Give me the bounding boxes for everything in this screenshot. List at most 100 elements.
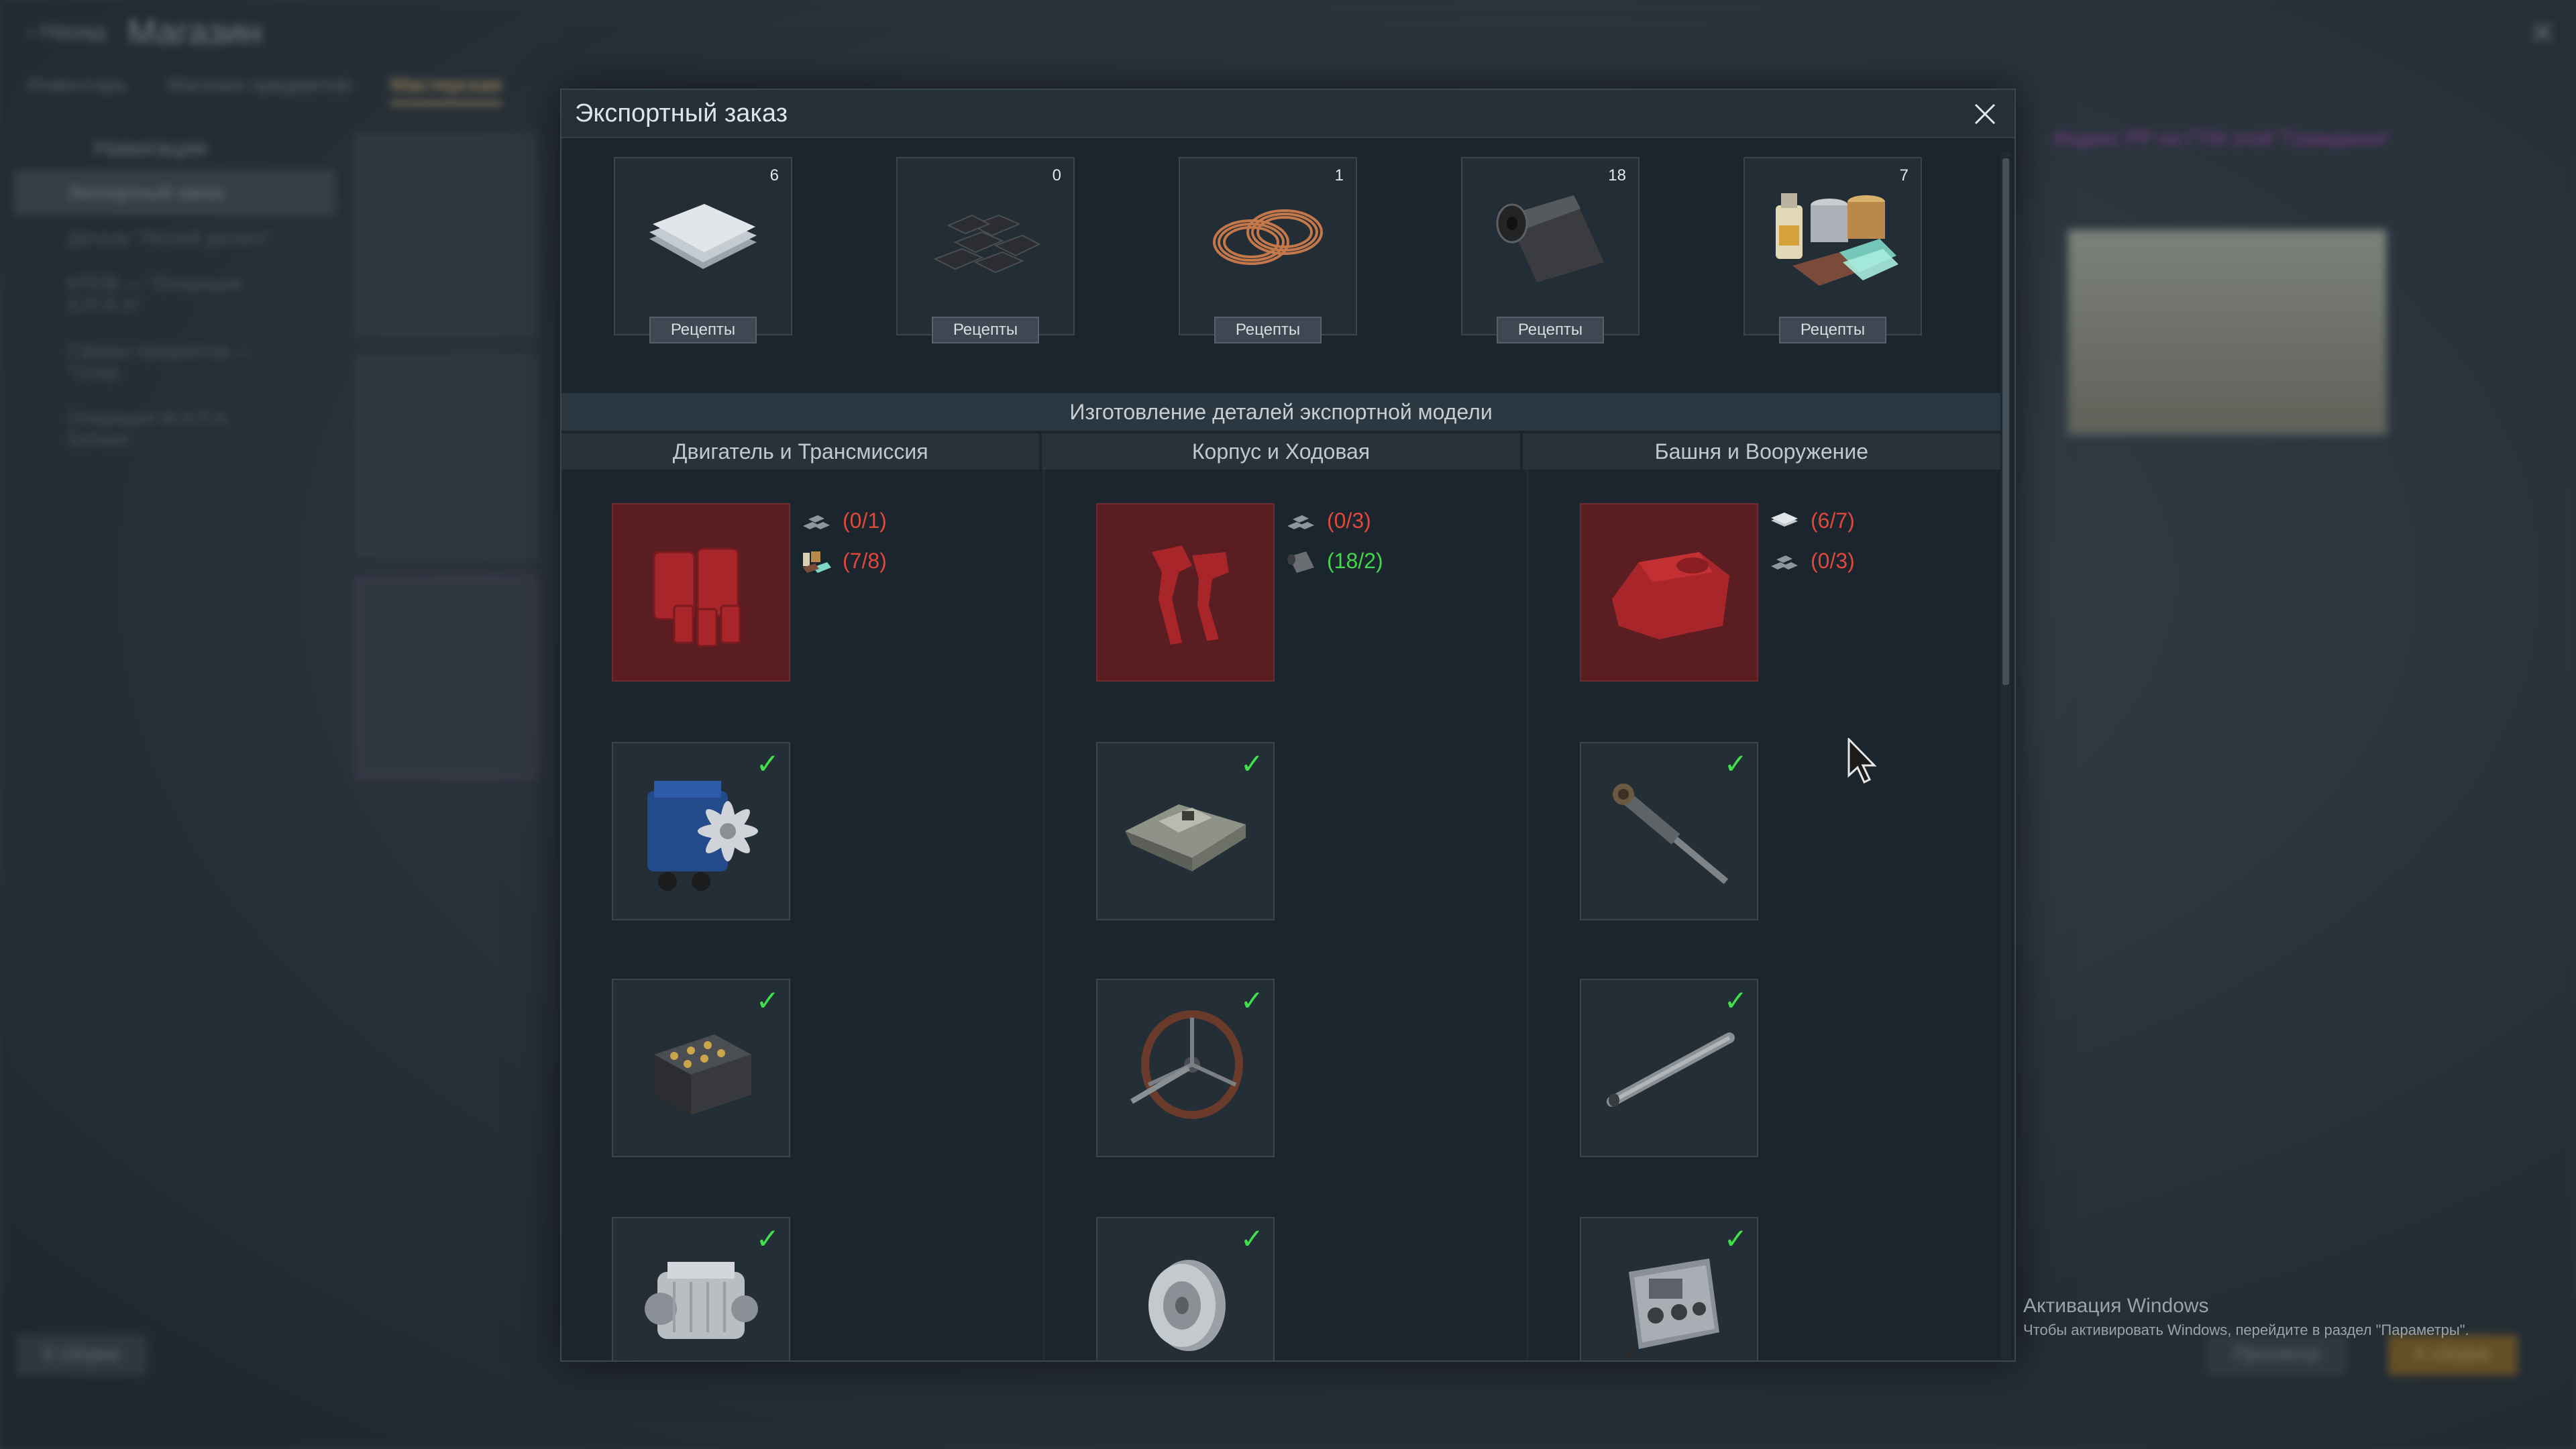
turret-icon [1612,552,1729,639]
column-header-turret: Башня и Вооружение [1522,433,2000,470]
part-steering-wheel[interactable]: ✓ [1096,979,1275,1157]
column-divider [1526,470,1529,1360]
resource-card-rubber-roll[interactable]: 18 Рецепты [1461,157,1640,343]
requirement-count: (0/3) [1327,508,1371,533]
checkmark-icon: ✓ [755,1223,780,1254]
rubber-roll-icon [1496,195,1604,283]
gun-breech-icon [1613,784,1729,884]
resource-count: 1 [1334,166,1344,184]
resource-card-copper-wire[interactable]: 1 Рецепты [1179,157,1357,343]
checkmark-icon: ✓ [1723,985,1748,1016]
checkmark-icon: ✓ [1723,1223,1748,1254]
bg-page-title: Магазин [127,13,262,52]
engine-icon [647,781,758,891]
part-road-wheel[interactable]: ✓ [1096,1217,1275,1360]
bg-right-info: Индекс PP на ГТМ этой "Гражданки" [2053,127,2393,150]
scrollbar-thumb[interactable] [2002,158,2009,685]
sheets-icon [1768,507,1801,534]
bg-tabs: Инвентарь Магазин предметов Мастерская [27,74,502,105]
part-gearbox[interactable]: ✓ [612,1217,790,1360]
checkmark-icon: ✓ [755,985,780,1016]
requirement-engine-2: (7/8) [800,547,887,574]
bg-nav-item[interactable]: Операция W.A.F.A. Schwer- [13,395,335,462]
recipes-button[interactable]: Рецепты [1779,317,1886,343]
checkmark-icon: ✓ [755,748,780,780]
bg-card[interactable] [356,134,537,335]
resource-count: 6 [769,166,779,184]
copper-wire-icon [1213,209,1323,266]
battery-icon [654,1034,751,1115]
recipes-button[interactable]: Рецепты [932,317,1039,343]
part-hull[interactable]: ✓ [1096,742,1275,920]
requirement-turret-2: (0/3) [1768,547,1855,574]
checkmark-icon: ✓ [1723,748,1748,780]
steel-sheets-icon [649,204,757,270]
requirement-count: (0/1) [843,508,887,533]
ingots-icon [800,507,833,534]
bg-card[interactable] [356,356,537,557]
part-battery[interactable]: ✓ [612,979,790,1157]
windows-activation-title: Активация Windows [2023,1295,2209,1317]
bg-tank-preview [2066,228,2388,436]
windows-activation-watermark: Активация Windows Чтобы активировать Win… [2023,1295,2469,1339]
close-button[interactable] [1968,97,2002,131]
part-gun-breech[interactable]: ✓ [1580,742,1758,920]
bg-preview-button[interactable]: Просмотр [2207,1335,2347,1375]
close-icon [1974,103,1996,125]
requirement-turret-1: (6/7) [1768,507,1855,534]
materials-icon [800,547,833,574]
checkmark-icon: ✓ [1240,985,1264,1016]
requirement-count: (18/2) [1327,548,1383,573]
bg-nav-item[interactable]: Детали "Легкий десант" [13,215,335,261]
gearbox-icon [645,1261,758,1339]
recipes-button[interactable]: Рецепты [649,317,757,343]
steering-wheel-icon [1130,1010,1243,1119]
bg-bottom-left-button[interactable]: К сборке [17,1335,147,1375]
bg-tab-inventory[interactable]: Инвентарь [27,74,127,105]
column-header-engine: Двигатель и Трансмиссия [561,433,1042,470]
bg-right-panel: Индекс PP на ГТМ этой "Гражданки" [2026,74,2563,1348]
export-order-dialog: Экспортный заказ 6 Рецепты 0 Рецепты 1 Р… [560,89,2016,1362]
checkmark-icon: ✓ [1240,748,1264,780]
part-gun-barrel[interactable]: ✓ [1580,979,1758,1157]
bg-assemble-button[interactable]: К сборке [2388,1335,2518,1375]
bg-topbar: ‹ Назад Магазин ✕ [0,0,2576,74]
part-radio[interactable]: ✓ [1580,1217,1758,1360]
bg-nav-item[interactable]: КПОВ — "Операция S.R.R.A" [13,261,335,328]
radio-icon [1621,1258,1719,1360]
ingots-icon [1768,547,1801,574]
requirement-count: (6/7) [1811,508,1855,533]
rubber-icon [1284,547,1318,574]
part-fuel-tanks-locked[interactable] [612,503,790,682]
bg-nav-title: Навигация [94,136,207,161]
pedals-icon [1152,545,1229,645]
resource-count: 7 [1899,166,1909,184]
part-engine[interactable]: ✓ [612,742,790,920]
resource-card-paints-materials[interactable]: 7 Рецепты [1743,157,1922,343]
requirement-hull-2: (18/2) [1284,547,1383,574]
requirement-count: (0/3) [1811,548,1855,573]
hull-icon [1125,804,1246,871]
fuel-tanks-icon [653,547,741,647]
resource-card-steel-sheets[interactable]: 6 Рецепты [614,157,792,343]
part-pedals-locked[interactable] [1096,503,1275,682]
bg-back-button[interactable]: ‹ Назад [27,19,106,45]
bg-nav-item[interactable]: Экспортный заказ [13,170,335,215]
bg-tab-workshop[interactable]: Мастерская [390,74,502,105]
gun-barrel-icon [1607,1032,1735,1107]
bg-tab-item-shop[interactable]: Магазин предметов [167,74,350,105]
part-turret-locked[interactable] [1580,503,1758,682]
bg-close-icon[interactable]: ✕ [2529,15,2556,52]
bg-cards [356,134,537,798]
resource-card-iron-ingots[interactable]: 0 Рецепты [896,157,1075,343]
column-divider [1042,470,1045,1360]
checkmark-icon: ✓ [1240,1223,1264,1254]
requirement-hull-1: (0/3) [1284,507,1371,534]
requirement-engine-1: (0/1) [800,507,887,534]
recipes-button[interactable]: Рецепты [1497,317,1604,343]
road-wheel-icon [1148,1259,1226,1351]
bg-nav-item[interactable]: Сферы предметов — "Опер [13,328,335,395]
windows-activation-text: Чтобы активировать Windows, перейдите в … [2023,1322,2469,1338]
bg-card[interactable] [356,577,537,778]
recipes-button[interactable]: Рецепты [1214,317,1322,343]
